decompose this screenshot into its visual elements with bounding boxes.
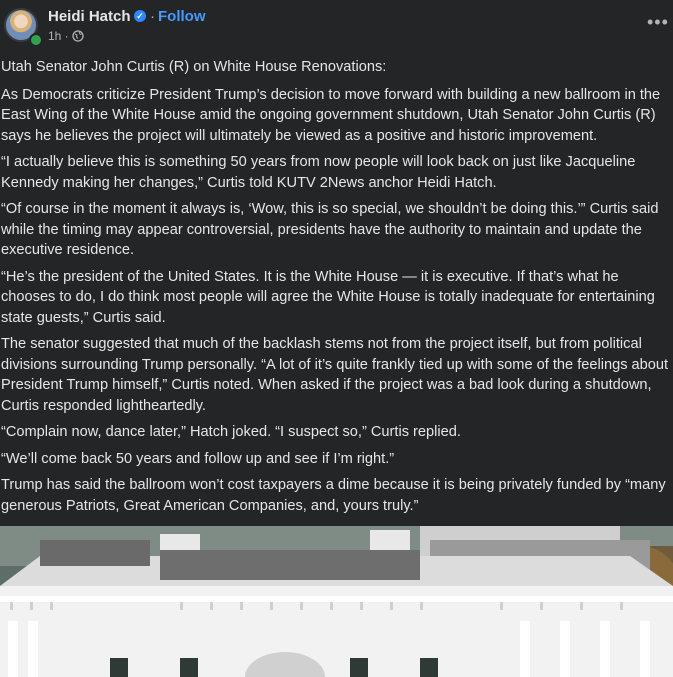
follow-button[interactable]: Follow: [158, 8, 206, 25]
globe-icon: [72, 30, 84, 42]
separator: ·: [150, 8, 155, 25]
post-paragraph: “I actually believe this is something 50…: [1, 154, 636, 191]
post-paragraph: As Democrats criticize President Trump’s…: [1, 86, 661, 144]
post-header: Heidi Hatch ✓ · Follow 1h · •••: [0, 0, 673, 50]
post-paragraph: Trump has said the ballroom won’t cost t…: [1, 477, 666, 514]
post-paragraph: Utah Senator John Curtis (R) on White Ho…: [1, 59, 387, 75]
post-paragraph: “He’s the president of the United States…: [1, 268, 655, 326]
verified-badge-icon: ✓: [134, 10, 146, 22]
white-house-illustration: [0, 526, 673, 677]
author-name[interactable]: Heidi Hatch: [48, 8, 131, 25]
post-paragraph: “Of course in the moment it always is, ‘…: [1, 201, 659, 258]
more-options-icon[interactable]: •••: [647, 13, 669, 31]
online-status-dot: [29, 33, 43, 47]
white-house-photo[interactable]: [0, 526, 673, 677]
post-timestamp[interactable]: 1h ·: [48, 29, 69, 43]
post-paragraph: The senator suggested that much of the b…: [1, 336, 669, 414]
post-paragraph: “We’ll come back 50 years and follow up …: [1, 450, 395, 467]
post-body: Utah Senator John Curtis (R) on White Ho…: [1, 57, 671, 522]
post-paragraph: “Complain now, dance later,” Hatch joked…: [1, 424, 461, 440]
